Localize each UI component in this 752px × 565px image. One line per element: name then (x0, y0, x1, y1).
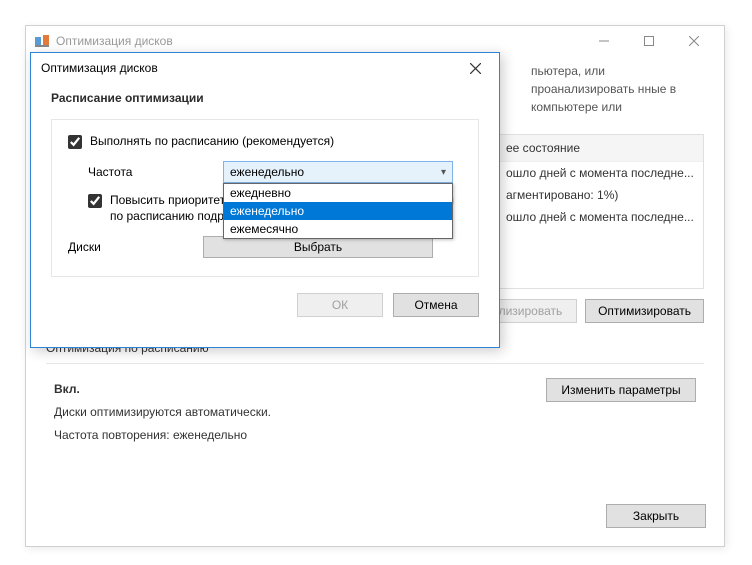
cancel-button[interactable]: Отмена (393, 293, 479, 317)
optimize-button[interactable]: Оптимизировать (585, 299, 704, 323)
table-row[interactable]: ошло дней с момента последне... (498, 162, 703, 184)
settings-frame: Выполнять по расписанию (рекомендуется) … (51, 119, 479, 277)
minimize-button[interactable] (581, 27, 626, 55)
run-on-schedule-label: Выполнять по расписанию (рекомендуется) (90, 134, 334, 148)
increase-priority-label: Повысить приоритет по расписанию подр (110, 193, 225, 224)
schedule-info: Вкл. Диски оптимизируются автоматически.… (54, 378, 271, 446)
choose-drives-button[interactable]: Выбрать (203, 236, 433, 258)
maximize-button[interactable] (626, 27, 671, 55)
ok-button: ОК (297, 293, 383, 317)
col-state-header[interactable]: ее состояние (498, 135, 703, 161)
frequency-label: Частота (88, 165, 223, 179)
schedule-status: Вкл. (54, 378, 271, 401)
increase-priority-checkbox[interactable] (88, 194, 102, 208)
frequency-option-weekly[interactable]: еженедельно (224, 202, 452, 220)
frequency-dropdown-list: ежедневно еженедельно ежемесячно (223, 183, 453, 239)
app-icon (34, 33, 50, 49)
change-settings-button[interactable]: Изменить параметры (546, 378, 696, 402)
schedule-auto-text: Диски оптимизируются автоматически. (54, 401, 271, 424)
table-row[interactable]: ошло дней с момента последне... (498, 206, 703, 228)
table-row[interactable]: агментировано: 1%) (498, 184, 703, 206)
schedule-settings-title: Расписание оптимизации (51, 91, 479, 105)
frequency-option-monthly[interactable]: ежемесячно (224, 220, 452, 238)
chevron-down-icon: ▾ (441, 167, 446, 178)
close-main-button[interactable]: Закрыть (606, 504, 706, 528)
dialog-titlebar: Оптимизация дисков (31, 53, 499, 83)
dialog-close-button[interactable] (461, 57, 489, 79)
dialog-title: Оптимизация дисков (41, 61, 158, 75)
schedule-dialog: Оптимизация дисков Расписание оптимизаци… (30, 52, 500, 348)
drives-label: Диски (68, 240, 203, 254)
close-button[interactable] (671, 27, 716, 55)
main-title: Оптимизация дисков (56, 34, 173, 48)
frequency-combobox[interactable]: еженедельно ▾ ежедневно еженедельно ежем… (223, 161, 453, 183)
frequency-option-daily[interactable]: ежедневно (224, 184, 452, 202)
divider (46, 363, 704, 364)
run-on-schedule-checkbox[interactable] (68, 135, 82, 149)
schedule-freq-text: Частота повторения: еженедельно (54, 424, 271, 447)
frequency-selected: еженедельно (230, 165, 304, 179)
